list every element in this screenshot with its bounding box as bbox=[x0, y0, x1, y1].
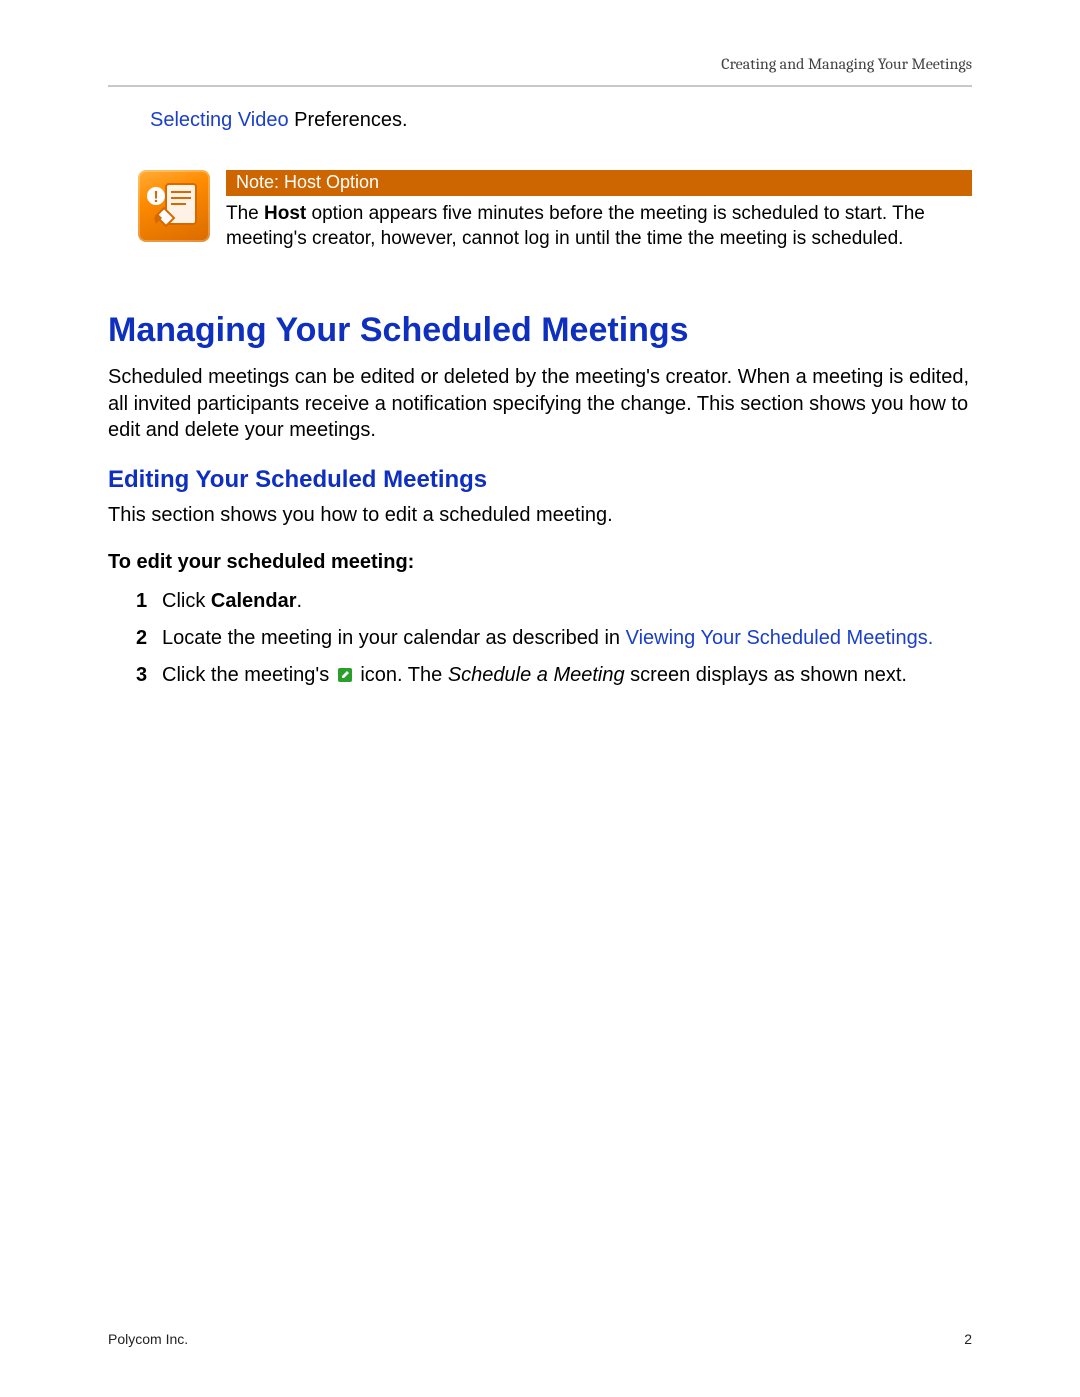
note-body: Note: Host Option The Host option appear… bbox=[226, 170, 972, 251]
step-text: Click Calendar. bbox=[162, 588, 972, 615]
note-text: The Host option appears five minutes bef… bbox=[226, 196, 972, 251]
task-title: To edit your scheduled meeting: bbox=[108, 551, 972, 574]
intro-line: Selecting Video Preferences. bbox=[150, 109, 972, 132]
page-footer: Polycom Inc. 2 bbox=[108, 1331, 972, 1347]
selecting-video-link[interactable]: Selecting Video bbox=[150, 109, 289, 131]
page-header-breadcrumb: Creating and Managing Your Meetings bbox=[108, 55, 972, 73]
note-title: Note: Host Option bbox=[226, 170, 972, 196]
alert-note-icon: ! bbox=[138, 170, 210, 242]
footer-company: Polycom Inc. bbox=[108, 1331, 188, 1347]
subsection-heading: Editing Your Scheduled Meetings bbox=[108, 466, 972, 494]
subsection-lead: This section shows you how to edit a sch… bbox=[108, 504, 972, 527]
steps-list: 1 Click Calendar. 2 Locate the meeting i… bbox=[108, 588, 972, 691]
step-item: 3 Click the meeting's icon. The Schedule… bbox=[136, 662, 972, 691]
section-heading: Managing Your Scheduled Meetings bbox=[108, 311, 972, 350]
footer-page-number: 2 bbox=[964, 1331, 972, 1347]
intro-rest: Preferences. bbox=[289, 109, 408, 131]
step-text: Locate the meeting in your calendar as d… bbox=[162, 625, 972, 652]
svg-text:!: ! bbox=[153, 189, 158, 206]
step-number: 1 bbox=[136, 590, 152, 613]
note-callout: ! Note: Host Option The Host option appe… bbox=[138, 170, 972, 251]
section-body: Scheduled meetings can be edited or dele… bbox=[108, 364, 972, 443]
document-page: Creating and Managing Your Meetings Sele… bbox=[0, 0, 1080, 1397]
step-number: 2 bbox=[136, 627, 152, 650]
step-item: 1 Click Calendar. bbox=[136, 588, 972, 615]
step-number: 3 bbox=[136, 664, 152, 687]
edit-icon bbox=[337, 664, 353, 691]
step-item: 2 Locate the meeting in your calendar as… bbox=[136, 625, 972, 652]
viewing-meetings-link[interactable]: Viewing Your Scheduled Meetings. bbox=[626, 627, 934, 649]
step-text: Click the meeting's icon. The Schedule a… bbox=[162, 662, 972, 691]
header-divider bbox=[108, 85, 972, 87]
